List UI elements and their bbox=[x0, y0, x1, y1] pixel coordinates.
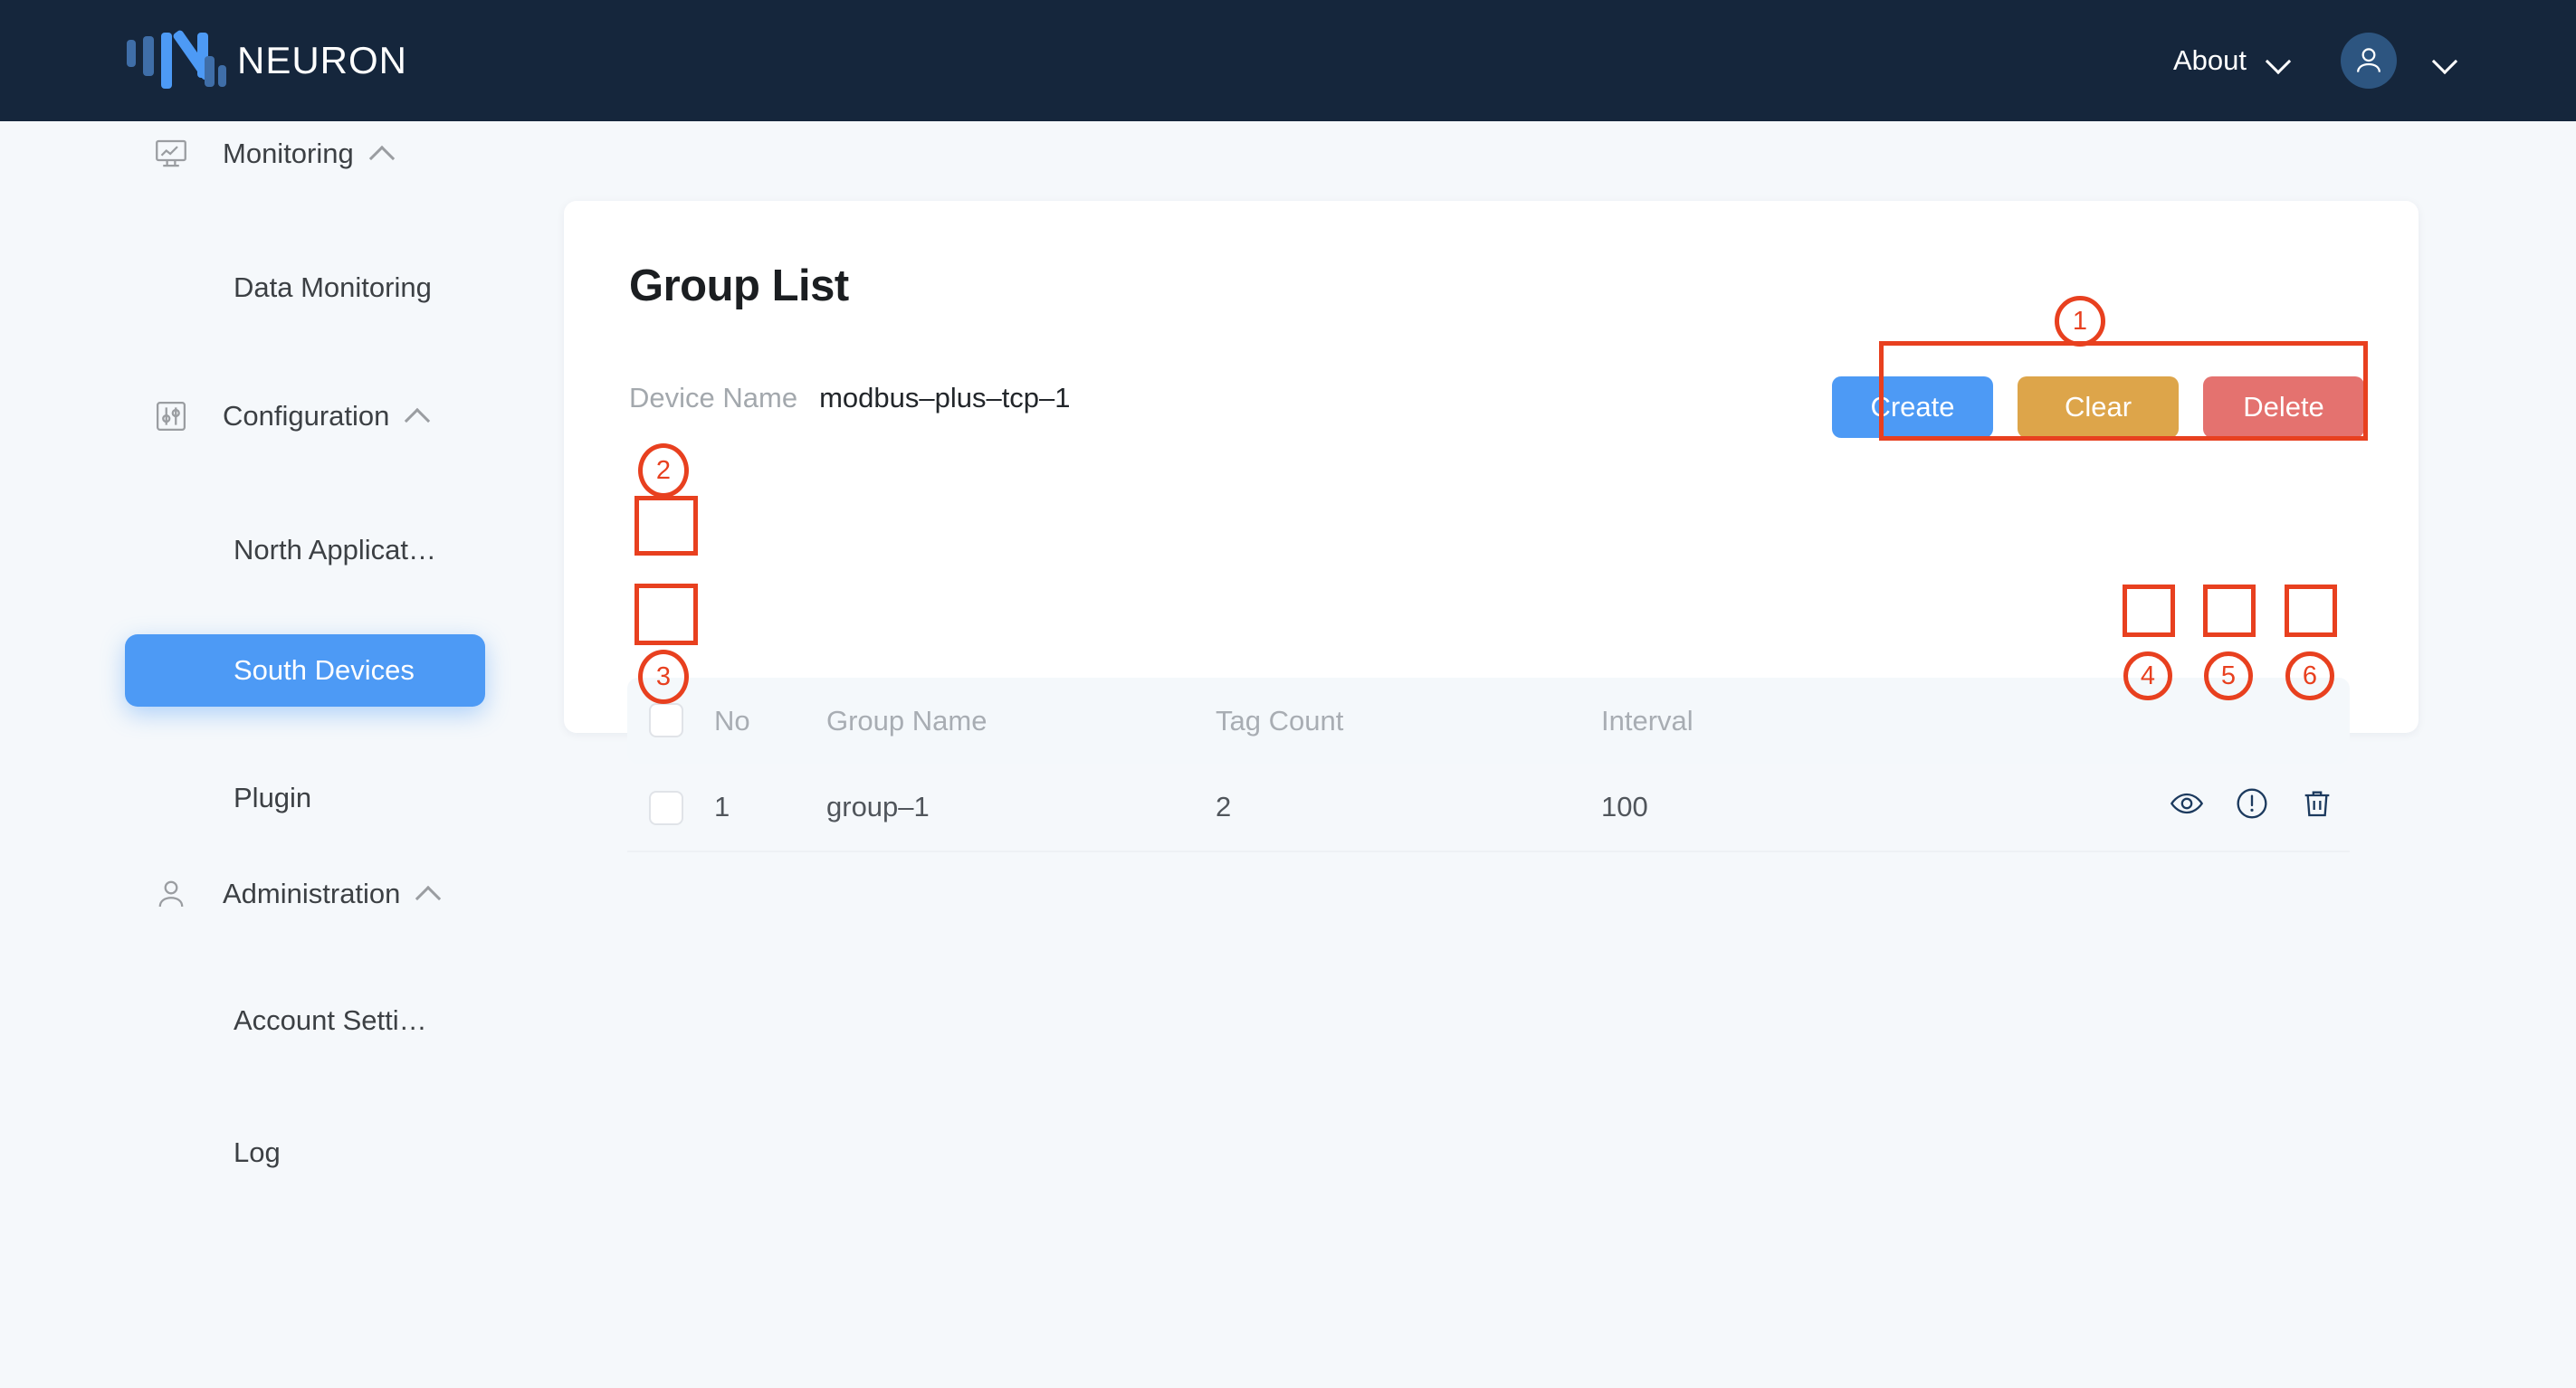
top-navigation-bar: NEURON About bbox=[0, 0, 2576, 121]
sidebar-item-label: North Applicat… bbox=[234, 534, 436, 566]
alert-circle-icon[interactable] bbox=[2232, 784, 2272, 823]
cell-group-name: group–1 bbox=[826, 791, 930, 822]
sidebar-item-label: South Devices bbox=[234, 654, 415, 686]
column-header-tag-count: Tag Count bbox=[1216, 705, 1344, 737]
chevron-up-icon bbox=[370, 142, 394, 166]
row-checkbox[interactable] bbox=[649, 791, 683, 825]
delete-button[interactable]: Delete bbox=[2203, 376, 2364, 438]
table-row: 1 group–1 2 100 bbox=[627, 764, 2350, 852]
create-button[interactable]: Create bbox=[1832, 376, 1993, 438]
column-header-group-name: Group Name bbox=[826, 705, 987, 737]
sidebar-item-data-monitoring[interactable]: Data Monitoring bbox=[0, 255, 432, 320]
sidebar-item-plugin[interactable]: Plugin bbox=[0, 765, 311, 831]
action-buttons-group: Create Clear Delete bbox=[1814, 362, 2382, 452]
about-menu[interactable]: About bbox=[2173, 44, 2290, 77]
sliders-icon bbox=[152, 397, 190, 435]
user-icon bbox=[152, 875, 190, 913]
sidebar-item-south-devices[interactable]: South Devices bbox=[125, 634, 485, 707]
device-name-label: Device Name bbox=[629, 382, 798, 414]
sidebar-item-account-settings[interactable]: Account Setti… bbox=[0, 988, 427, 1053]
clear-button[interactable]: Clear bbox=[2018, 376, 2179, 438]
cell-interval: 100 bbox=[1601, 791, 1648, 822]
monitor-chart-icon bbox=[152, 135, 190, 173]
cell-tag-count: 2 bbox=[1216, 791, 1232, 822]
sidebar-item-log[interactable]: Log bbox=[0, 1120, 281, 1185]
sidebar-item-north-applications[interactable]: North Applicat… bbox=[0, 518, 436, 583]
eye-icon[interactable] bbox=[2167, 784, 2207, 823]
sidebar-item-label: Data Monitoring bbox=[234, 271, 432, 303]
column-header-interval: Interval bbox=[1601, 705, 1693, 737]
sidebar-item-label: Log bbox=[234, 1136, 281, 1168]
device-name-row: Device Name modbus–plus–tcp–1 bbox=[629, 382, 1071, 414]
sidebar-group-configuration[interactable]: Configuration bbox=[0, 384, 429, 449]
sidebar-group-label: Monitoring bbox=[223, 138, 354, 169]
sidebar-group-administration[interactable]: Administration bbox=[0, 861, 440, 927]
neuron-logo-icon bbox=[127, 29, 226, 90]
brand-logo[interactable]: NEURON bbox=[127, 29, 408, 90]
table-header-row: No Group Name Tag Count Interval bbox=[627, 678, 2350, 764]
sidebar-group-label: Administration bbox=[223, 878, 401, 909]
trash-icon[interactable] bbox=[2297, 784, 2337, 823]
sidebar-item-label: Account Setti… bbox=[234, 1004, 427, 1036]
row-actions bbox=[2167, 784, 2337, 823]
chevron-down-icon bbox=[2266, 49, 2290, 72]
column-header-no: No bbox=[714, 705, 750, 737]
sidebar-group-label: Configuration bbox=[223, 400, 390, 432]
top-bar-right: About bbox=[2173, 33, 2457, 89]
user-chevron-down-icon[interactable] bbox=[2433, 49, 2457, 72]
device-name-value: modbus–plus–tcp–1 bbox=[819, 382, 1071, 414]
sidebar-item-label: Plugin bbox=[234, 782, 312, 813]
chevron-up-icon bbox=[405, 404, 429, 428]
cell-no: 1 bbox=[714, 791, 730, 822]
sidebar-group-monitoring[interactable]: Monitoring bbox=[0, 121, 394, 186]
chevron-up-icon bbox=[416, 882, 440, 906]
group-list-card: Group List Device Name modbus–plus–tcp–1… bbox=[564, 201, 2419, 852]
avatar[interactable] bbox=[2341, 33, 2397, 89]
page-title: Group List bbox=[629, 261, 849, 310]
sidebar: Monitoring Data Monitoring Configuration… bbox=[0, 121, 564, 1388]
brand-name: NEURON bbox=[237, 39, 408, 81]
about-label: About bbox=[2172, 44, 2247, 76]
select-all-checkbox[interactable] bbox=[649, 703, 683, 737]
